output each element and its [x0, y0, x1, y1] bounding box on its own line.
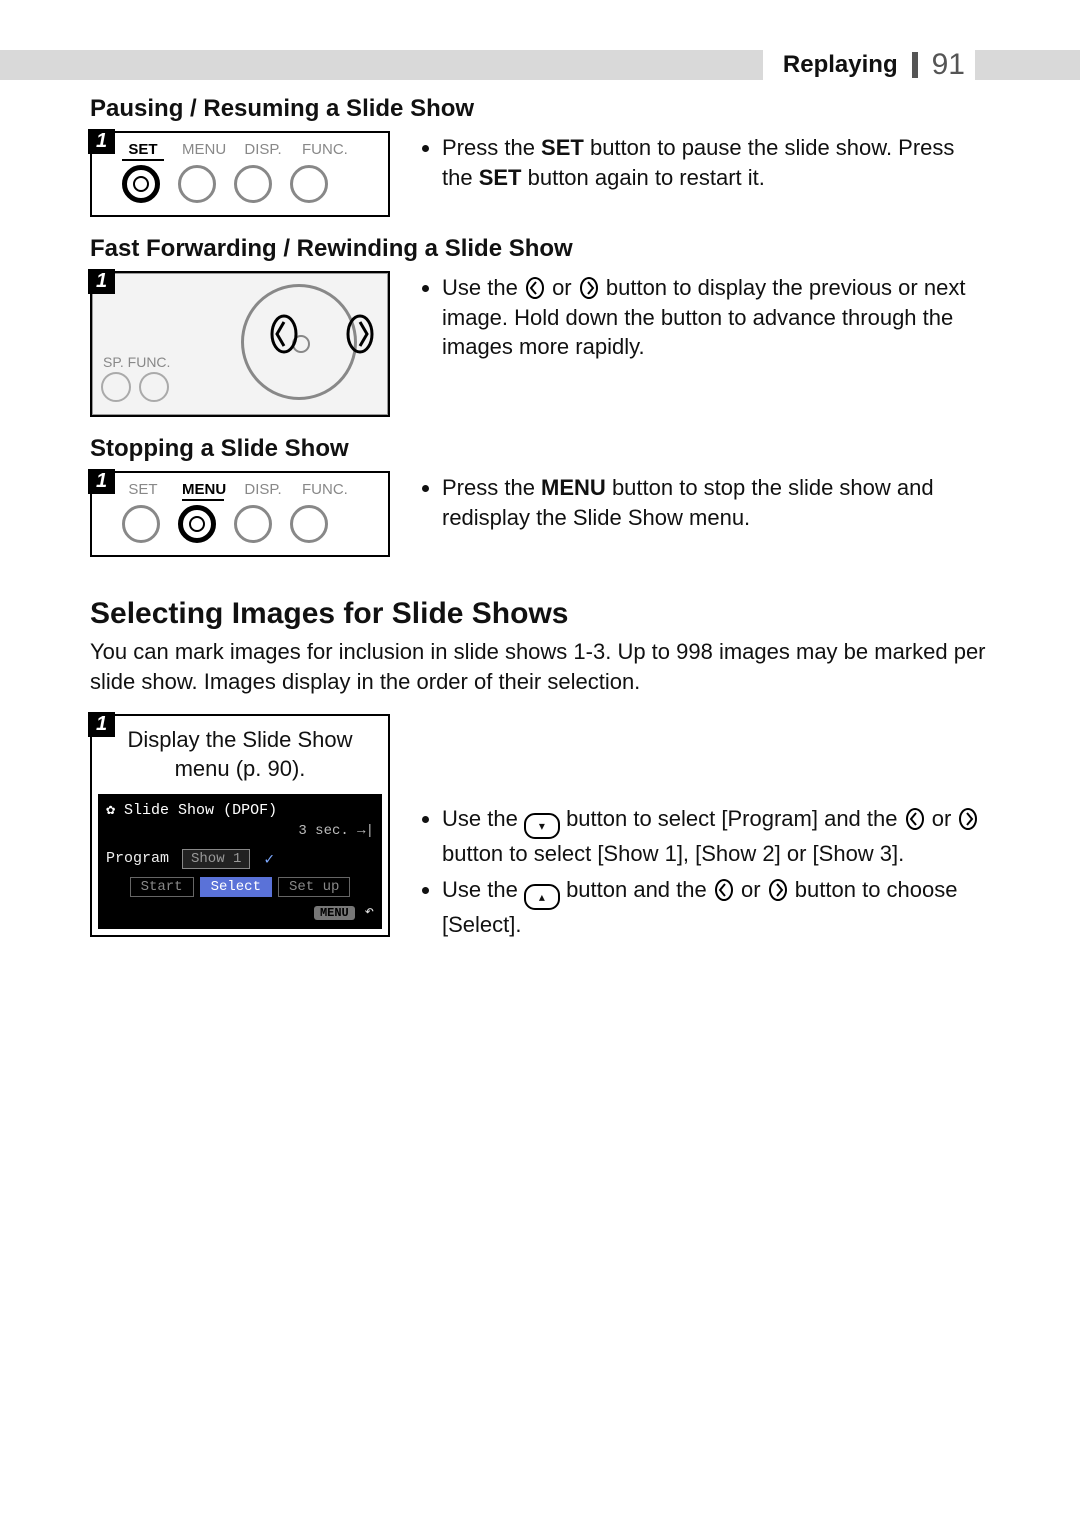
- heading-stopping: Stopping a Slide Show: [90, 435, 990, 463]
- cam-label-menu: MENU: [182, 141, 224, 161]
- lcd-btn-setup: Set up: [278, 877, 350, 897]
- func-button-icon: [290, 505, 328, 543]
- diagram-menu-button: 1 SET MENU DISP. FUNC.: [90, 471, 390, 557]
- cam-label-menu: MENU: [182, 481, 224, 501]
- fastforward-text: Use the or button to display the previou…: [420, 271, 990, 368]
- set-button-icon: [122, 505, 160, 543]
- right-arrow-icon: [957, 808, 979, 830]
- lcd-screen: ✿ Slide Show (DPOF) 3 sec. →| Program Sh…: [98, 794, 382, 929]
- cam-label-disp: DISP.: [242, 481, 284, 501]
- pausing-text: Press the SET button to pause the slide …: [420, 131, 990, 198]
- menu-button-icon: [178, 505, 216, 543]
- selecting-bullets: Use the ▾ button to select [Program] and…: [420, 714, 990, 946]
- small-btns: [101, 372, 169, 402]
- step-badge: 1: [88, 129, 115, 154]
- header-separator: [912, 52, 918, 78]
- left-arrow-icon: [904, 808, 926, 830]
- selecting-intro: You can mark images for inclusion in sli…: [90, 637, 990, 696]
- cam-label-func: FUNC.: [302, 141, 344, 161]
- menu-bold: MENU: [541, 475, 606, 500]
- func-button-icon: [290, 165, 328, 203]
- dial-outline: [241, 284, 357, 400]
- set-bold-2: SET: [479, 165, 522, 190]
- sp-func-label: SP. FUNC.: [103, 354, 170, 370]
- lcd-duration: 3 sec.: [298, 823, 348, 839]
- lcd-program-label: Program: [106, 850, 176, 867]
- step-badge: 1: [88, 269, 115, 294]
- lcd-title: Slide Show (DPOF): [124, 802, 277, 819]
- up-icon: ▴: [524, 884, 560, 910]
- down-icon: ▾: [524, 813, 560, 839]
- set-bold: SET: [541, 135, 584, 160]
- lcd-btn-select: Select: [200, 877, 272, 897]
- right-arrow-icon: [767, 879, 789, 901]
- header: Replaying 91: [763, 48, 975, 82]
- left-arrow-icon: [269, 314, 299, 354]
- right-arrow-icon: [345, 314, 375, 354]
- left-arrow-icon: [524, 277, 546, 299]
- cam-label-func: FUNC.: [302, 481, 344, 501]
- heading-selecting: Selecting Images for Slide Shows: [90, 597, 990, 631]
- left-arrow-icon: [713, 879, 735, 901]
- right-arrow-icon: [578, 277, 600, 299]
- section-name: Replaying: [783, 51, 898, 79]
- cam-label-set: SET: [122, 141, 164, 161]
- heading-fastforward: Fast Forwarding / Rewinding a Slide Show: [90, 235, 990, 263]
- step-badge: 1: [88, 469, 115, 494]
- heading-pausing: Pausing / Resuming a Slide Show: [90, 95, 990, 123]
- stopping-text: Press the MENU button to stop the slide …: [420, 471, 990, 538]
- cam-label-set: SET: [122, 481, 164, 501]
- lcd-caption: Display the Slide Show menu (p. 90).: [92, 716, 388, 787]
- page-number: 91: [932, 48, 965, 82]
- disp-button-icon: [234, 165, 272, 203]
- step-badge: 1: [88, 712, 115, 737]
- lcd-btn-start: Start: [130, 877, 194, 897]
- lcd-program-value: Show 1: [182, 849, 250, 869]
- lcd-step-box: 1 Display the Slide Show menu (p. 90). ✿…: [90, 714, 390, 936]
- disp-button-icon: [234, 505, 272, 543]
- check-icon: ✓: [264, 849, 274, 869]
- menu-button-icon: [178, 165, 216, 203]
- diagram-set-button: 1 SET MENU DISP. FUNC.: [90, 131, 390, 217]
- diagram-direction-pad: 1 SP. FUNC.: [90, 271, 390, 417]
- cam-label-disp: DISP.: [242, 141, 284, 161]
- lcd-menu-badge: MENU: [314, 906, 355, 920]
- set-button-icon: [122, 165, 160, 203]
